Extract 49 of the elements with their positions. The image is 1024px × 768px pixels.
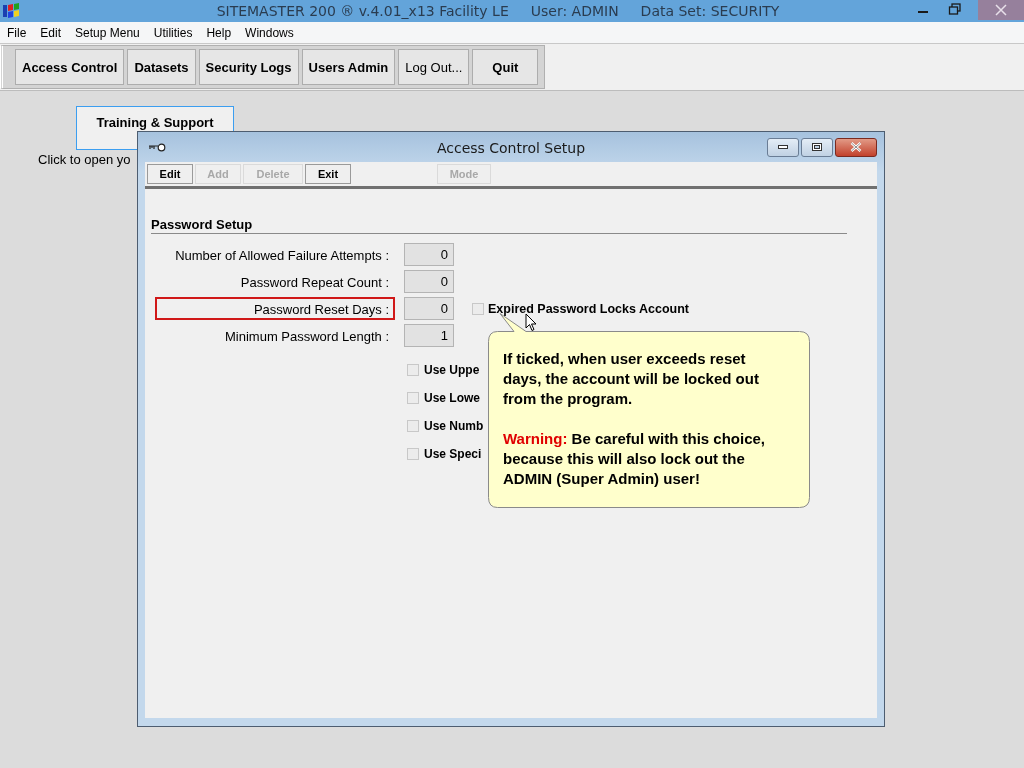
checkbox-label: Use Uppe [424,363,480,377]
toolbar-button[interactable]: Access Control [15,49,125,85]
dialog-button[interactable]: Exit [305,164,351,184]
checkbox-label: Expired Password Locks Account [488,301,689,316]
menu-item[interactable]: Setup Menu [75,25,140,40]
maximize-icon [812,143,822,151]
toolbar-button[interactable]: Security Logs [198,49,299,85]
menu-item[interactable]: Windows [245,25,294,40]
checkbox[interactable] [407,392,419,404]
user-label: User: ADMIN [530,3,619,19]
checkbox-label: Use Numb [424,419,484,433]
number-field[interactable]: 0 [404,270,454,293]
field-label: Password Repeat Count : [239,274,390,292]
field-label: Number of Allowed Failure Attempts : [174,247,390,265]
training-hint: Click to open yo [38,152,131,167]
checkbox[interactable] [407,364,419,376]
number-field[interactable]: 0 [404,243,454,266]
tooltip-text: If ticked, when user exceeds reset days, the account will be locked out from the program. [503,349,760,409]
app-logo-icon [2,3,20,19]
dialog-button[interactable]: Edit [147,164,193,184]
toolbar-button[interactable]: Datasets [127,49,196,85]
minimize-icon [778,145,788,149]
key-icon [148,142,166,152]
close-button[interactable] [835,137,877,157]
minimize-button[interactable] [767,137,799,157]
menu-item[interactable]: Edit [40,25,62,40]
close-icon [995,4,1007,16]
number-field[interactable]: 0 [404,297,454,320]
maximize-button[interactable] [801,137,833,157]
dataset-label: Data Set: SECURITY [640,3,780,19]
section-heading: Password Setup [151,217,847,234]
close-icon [850,142,862,152]
menu-item[interactable]: Utilities [153,25,193,40]
checkbox-label: Use Lowe [424,391,480,405]
menu-item[interactable]: File [7,25,27,40]
toolbar-button[interactable]: Log Out... [398,49,470,85]
field-label: Password Reset Days : [155,297,395,320]
field-label: Minimum Password Length : [224,328,390,346]
toolbar-button[interactable]: Users Admin [301,49,396,85]
checkbox-label: Use Speci [424,447,482,461]
menu-item[interactable]: Help [206,25,232,40]
toolbar-button[interactable]: Quit [472,49,539,85]
dialog-title: Access Control Setup [436,140,586,156]
checkbox[interactable] [407,420,419,432]
checkbox[interactable] [407,448,419,460]
number-field[interactable]: 1 [404,324,454,347]
window-title: SITEMASTER 200 ® v.4.01_x13 Facility LE [216,3,509,19]
checkbox[interactable] [472,302,484,315]
tooltip-warning: Warning: Be careful with this choice, because this will also lock out the ADMIN (Super Admin) user! [503,429,766,489]
